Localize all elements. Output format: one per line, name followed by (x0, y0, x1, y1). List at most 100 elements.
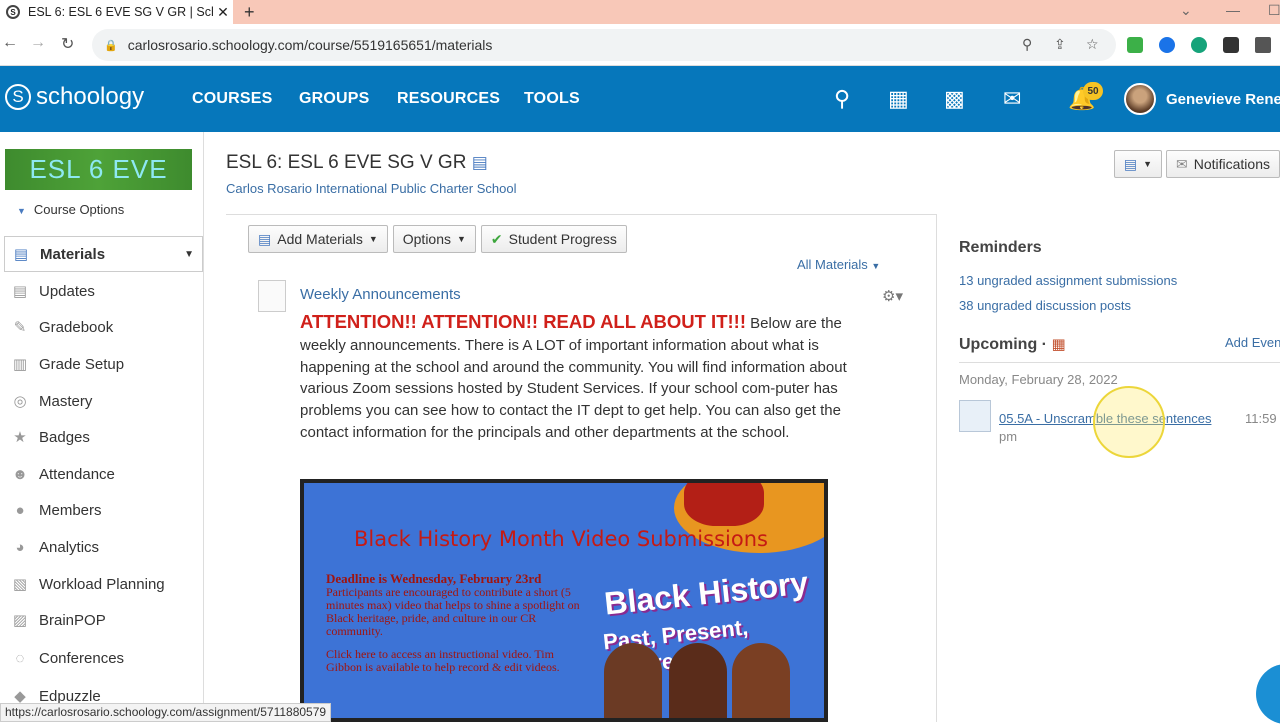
top-actions: ▤ ▼ ✉ Notifications (1113, 150, 1280, 178)
caret-down-icon: ▼ (871, 261, 881, 271)
sidebar-item-conferences[interactable]: ◌ Conferences (10, 648, 125, 668)
sidebar-item-badges[interactable]: ★ Badges (10, 427, 90, 447)
student-progress-label: Student Progress (508, 231, 617, 247)
lock-icon[interactable]: 🔒 (104, 39, 118, 52)
members-icon: ● (15, 501, 25, 519)
poster-click-text: Click here to access an instructional vi… (326, 647, 560, 674)
add-materials-button[interactable]: ▤ Add Materials ▼ (248, 225, 388, 253)
puzzle-icon[interactable] (1255, 37, 1271, 53)
sidebar-item-members[interactable]: ● Members (10, 500, 102, 520)
envelope-icon: ✉ (1176, 155, 1188, 172)
chevron-down-icon[interactable]: ⌄ (1180, 2, 1192, 19)
caret-down-icon: ▼ (368, 234, 378, 244)
divider (226, 214, 936, 215)
course-info-dropdown[interactable]: ▤ ▼ (1113, 150, 1162, 178)
announcement-body: Below are the weekly announcements. Ther… (300, 315, 847, 441)
extension-icon[interactable] (1223, 37, 1239, 53)
new-tab-icon[interactable]: + (244, 2, 255, 23)
upcoming-time-suffix: pm (999, 429, 1018, 444)
course-options-toggle[interactable]: ▼ Course Options (17, 202, 124, 217)
sidebar-item-label: Materials (40, 245, 106, 263)
sidebar-item-attendance[interactable]: ☻ Attendance (10, 464, 115, 484)
add-materials-label: Add Materials (277, 231, 363, 247)
mail-icon[interactable]: ✉ (1003, 86, 1021, 112)
maximize-icon[interactable]: ☐ (1268, 2, 1280, 19)
sidebar-item-gradebook[interactable]: ✎ Gradebook (10, 317, 114, 337)
site-header: S schoology COURSES GROUPS RESOURCES TOO… (0, 66, 1280, 132)
forward-icon[interactable]: → (30, 34, 46, 52)
student-progress-button[interactable]: ✔ Student Progress (480, 225, 627, 253)
material-title-link[interactable]: Weekly Announcements (300, 286, 461, 303)
schoology-logo[interactable]: S schoology (5, 83, 144, 111)
gear-icon[interactable]: ⚙▾ (882, 287, 903, 305)
bookmark-star-icon[interactable]: ☆ (1086, 36, 1099, 53)
avatar[interactable] (1124, 83, 1156, 115)
add-icon: ▤ (258, 230, 272, 247)
sidebar-item-brainpop[interactable]: ▨ BrainPOP (10, 610, 106, 630)
caret-down-icon: ▼ (1143, 159, 1152, 169)
illustration-figure (669, 643, 727, 718)
course-info-icon[interactable]: ▤ (472, 153, 488, 172)
sidebar-item-label: Members (39, 501, 102, 519)
course-title: ESL 6: ESL 6 EVE SG V GR (226, 152, 467, 173)
nav-resources[interactable]: RESOURCES (397, 90, 500, 108)
nav-groups[interactable]: GROUPS (299, 90, 370, 108)
minimize-icon[interactable]: — (1226, 2, 1240, 18)
url-bar[interactable]: 🔒 carlosrosario.schoology.com/course/551… (92, 29, 1116, 61)
column-divider (936, 214, 937, 722)
schoology-favicon-icon: S (6, 5, 20, 19)
mastery-icon: ◎ (13, 393, 27, 410)
extension-icon[interactable] (1127, 37, 1143, 53)
close-tab-icon[interactable]: ✕ (213, 4, 233, 21)
reload-icon[interactable]: ↻ (61, 34, 74, 54)
sidebar-item-label: Gradebook (39, 318, 114, 336)
grammarly-icon[interactable] (1191, 37, 1207, 53)
options-label: Options (402, 231, 451, 247)
poster-body: Participants are encouraged to contribut… (326, 585, 580, 638)
options-button[interactable]: Options ▼ (392, 225, 476, 253)
divider (959, 362, 1280, 363)
sidebar-item-mastery[interactable]: ◎ Mastery (10, 391, 92, 411)
sidebar-item-workload-planning[interactable]: ▧ Workload Planning (10, 574, 165, 594)
notifications-button[interactable]: ✉ Notifications (1166, 150, 1280, 178)
all-materials-filter[interactable]: All Materials ▼ (797, 257, 880, 272)
share-icon[interactable]: ⇪ (1054, 36, 1066, 53)
sidebar-item-label: BrainPOP (39, 611, 106, 629)
sidebar-item-label: Mastery (39, 392, 93, 410)
school-name[interactable]: Carlos Rosario International Public Char… (226, 181, 516, 196)
illustration-figure (604, 643, 662, 718)
sidebar-item-label: Edpuzzle (39, 687, 101, 705)
zoom-icon[interactable]: ⚲ (1022, 36, 1032, 53)
sidebar-item-analytics[interactable]: ◕ Analytics (10, 537, 99, 557)
nav-courses[interactable]: COURSES (192, 90, 273, 108)
info-icon: ▤ (1123, 155, 1138, 172)
filter-label: All Materials (797, 257, 868, 272)
reminder-link[interactable]: 38 ungraded discussion posts (959, 298, 1131, 313)
caret-down-icon[interactable]: ▼ (184, 249, 194, 260)
upcoming-date: Monday, February 28, 2022 (959, 372, 1118, 387)
nav-tools[interactable]: TOOLS (524, 90, 580, 108)
black-history-poster-image[interactable]: Black History Month Video Submissions De… (300, 479, 828, 722)
cursor-highlight (1093, 386, 1165, 458)
sidebar-item-updates[interactable]: ▤ Updates (10, 281, 95, 301)
add-event-link[interactable]: Add Event (1225, 335, 1280, 350)
reminder-link[interactable]: 13 ungraded assignment submissions (959, 273, 1177, 288)
apps-icon[interactable]: ▦ (888, 86, 909, 112)
back-icon[interactable]: ← (2, 34, 18, 52)
user-name[interactable]: Genevieve Rene (1166, 91, 1280, 108)
sidebar-item-materials[interactable]: ▤ Materials ▼ (4, 236, 203, 272)
sidebar-item-grade-setup[interactable]: ▥ Grade Setup (10, 354, 124, 374)
logo-mark-icon: S (5, 84, 31, 110)
course-options-label: Course Options (33, 202, 125, 217)
extension-icon[interactable] (1159, 37, 1175, 53)
attendance-icon: ☻ (12, 465, 28, 483)
course-sidebar: ESL 6 EVE ▼ Course Options ▤ Materials ▼ … (0, 132, 204, 722)
grade-setup-icon: ▥ (12, 356, 28, 373)
calendar-icon[interactable]: ▩ (944, 86, 965, 112)
upcoming-time: 11:59 (1245, 411, 1277, 426)
search-icon[interactable]: ⚲ (834, 86, 850, 112)
browser-tab[interactable]: S ESL 6: ESL 6 EVE SG V GR | Schoo ✕ (0, 0, 233, 24)
brainpop-icon: ▨ (12, 612, 28, 629)
calendar-icon[interactable]: ▦ (1051, 336, 1065, 353)
sidebar-item-label: Attendance (39, 465, 115, 483)
